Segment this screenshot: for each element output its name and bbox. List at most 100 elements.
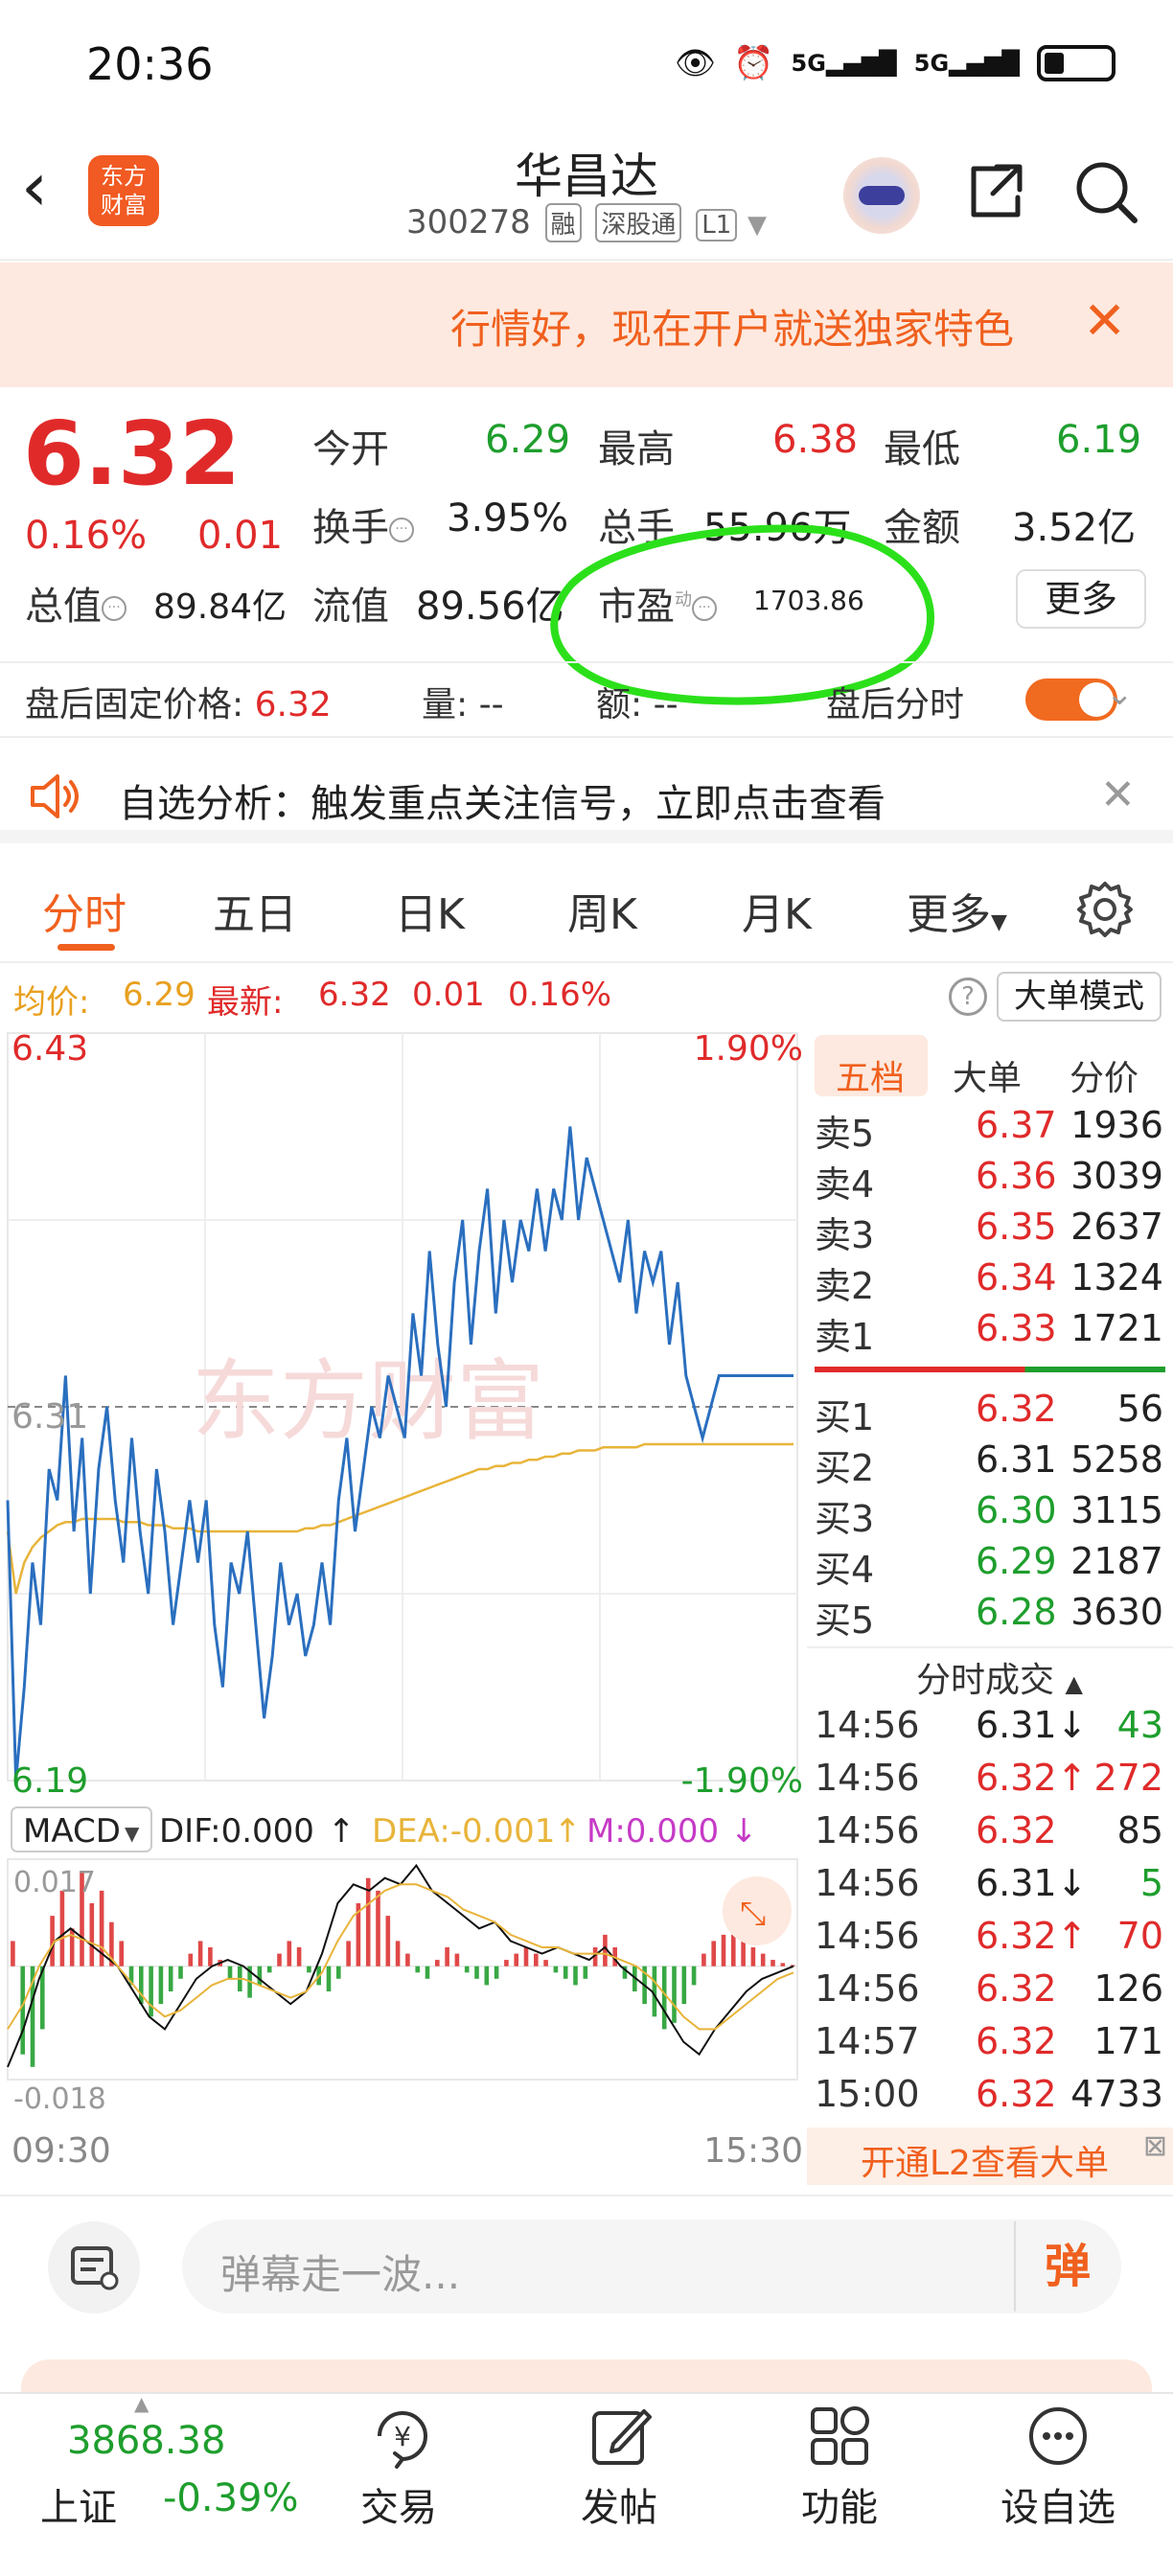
network-label-2: 5G [913, 50, 950, 77]
turnover-label-text: 换手 [312, 506, 389, 550]
fixed-price-label: 盘后固定价格: [25, 685, 244, 724]
bid-row-volume: 2187 [1070, 1540, 1163, 1582]
more-button[interactable]: 更多 [1016, 569, 1146, 629]
macd-bar [711, 1941, 716, 1966]
trade-icon[interactable]: ¥ [366, 2402, 439, 2471]
book-tab-level5[interactable]: 五档 [836, 1050, 905, 1100]
macd-bar [583, 1966, 588, 1979]
tick-row-label: 14:56 [815, 1757, 920, 1799]
bid-row-label: 买3 [815, 1498, 875, 1540]
eye-icon: 👁 [675, 44, 717, 82]
tab-intraday[interactable]: 分时 [42, 880, 126, 941]
macd-dif: DIF:0.000 [159, 1812, 314, 1851]
tick-row-label: 14:56 [815, 1862, 920, 1904]
tick-row-price: 6.32↑ [976, 1915, 1088, 1957]
search-icon[interactable] [1071, 157, 1140, 226]
after-hours-toggle[interactable] [1025, 678, 1117, 721]
bid-row-volume: 5258 [1070, 1438, 1163, 1481]
tab-weekly-k[interactable]: 周K [567, 880, 637, 941]
close-analysis-icon[interactable]: ✕ [1100, 770, 1136, 819]
robot-icon[interactable] [843, 157, 920, 234]
index-pct[interactable]: -0.39% [163, 2476, 299, 2520]
ah-amount-label: 额: [596, 685, 643, 724]
danmu-send-button[interactable]: 弹 [1014, 2221, 1119, 2312]
caret-down-icon: ▼ [991, 910, 1007, 934]
nav-post[interactable]: 发帖 [542, 2476, 696, 2532]
danmu-settings-icon[interactable] [48, 2221, 140, 2313]
danmu-settings-glyph [71, 2246, 119, 2290]
macd-bar [149, 1966, 153, 2017]
macd-bar [750, 1947, 756, 1966]
book-tab-big-orders[interactable]: 大单 [953, 1050, 1022, 1100]
macd-bar [425, 1966, 430, 1979]
latest-pct: 0.16% [508, 976, 612, 1014]
add-watchlist-icon[interactable] [1022, 2402, 1094, 2471]
info-icon[interactable]: ··· [389, 518, 414, 542]
tab-more[interactable]: 更多▼ [907, 880, 1007, 941]
macd-m-arrow: ↓ [730, 1812, 758, 1851]
macd-bar [20, 1966, 25, 2055]
book-tab-price-dist[interactable]: 分价 [1070, 1050, 1138, 1100]
functions-icon[interactable] [803, 2402, 876, 2471]
index-name[interactable]: 上证 [40, 2476, 117, 2532]
macd-bar [287, 1941, 292, 1966]
l2-banner-text[interactable]: 开通L2查看大单 [861, 2135, 1109, 2185]
tab-daily-k[interactable]: 日K [395, 880, 465, 941]
macd-bar [681, 1966, 687, 2005]
bid-row-label: 买1 [815, 1396, 875, 1438]
post-icon[interactable] [585, 2402, 657, 2471]
nav-functions[interactable]: 功能 [763, 2476, 916, 2532]
macd-bar [89, 1903, 95, 1966]
tick-row: 14:56 6.32↑ 272 [815, 1757, 1169, 1806]
macd-bar [543, 1960, 548, 1966]
nav-add-watchlist[interactable]: 设自选 [981, 2476, 1135, 2532]
macd-bar [514, 1953, 518, 1966]
share-icon[interactable] [964, 159, 1027, 222]
bid-row-price: 6.29 [976, 1540, 1057, 1582]
ask-row: 卖3 6.35 2637 [815, 1206, 1169, 1256]
help-icon[interactable]: ? [949, 978, 987, 1016]
macd-bar [721, 1934, 726, 1966]
bid-row: 买2 6.31 5258 [815, 1438, 1169, 1489]
after-hours-volume: 量: -- [422, 677, 504, 726]
macd-bar [376, 1890, 380, 1966]
after-hours-intraday-label: 盘后分时 [826, 685, 965, 724]
close-icon[interactable]: ✕ [1083, 295, 1126, 347]
change-percent: 0.16% [25, 514, 148, 558]
macd-bar [257, 1966, 263, 1986]
macd-dea-arrow: ↑ [554, 1812, 582, 1851]
tick-row: 14:56 6.32 126 [815, 1967, 1169, 2017]
analysis-text[interactable]: 自选分析：触发重点关注信号，立即点击查看 [119, 772, 886, 828]
ticks-title[interactable]: 分时成交 ▲ [916, 1652, 1083, 1702]
close-l2-icon[interactable]: ⊠ [1143, 2129, 1167, 2163]
intraday-chart[interactable]: 东方财富 6.43 1.90% 6.31 6.19 -1.90% MACD ▼ … [0, 1029, 807, 2195]
gear-icon[interactable] [1075, 880, 1135, 939]
avg-label: 均价: [13, 983, 90, 1022]
promo-banner-text[interactable]: 行情好，现在开户就送独家特色 [450, 297, 1045, 356]
current-price: 6.32 [23, 402, 241, 505]
macd-dea-line [7, 1883, 794, 2031]
big-order-mode-button[interactable]: 大单模式 [997, 972, 1162, 1022]
status-time: 20:36 [86, 38, 214, 90]
bid-row-volume: 3630 [1070, 1591, 1163, 1633]
nav-trade[interactable]: 交易 [322, 2476, 475, 2532]
l2-banner[interactable]: 开通L2查看大单 ⊠ [807, 2128, 1173, 2185]
info-icon[interactable]: ··· [102, 596, 126, 621]
book-divider [807, 1646, 1173, 1648]
macd-bar [227, 1966, 233, 1979]
chevron-down-icon[interactable]: ⌄ [1106, 675, 1134, 713]
mktcap-label-text: 总值 [25, 585, 102, 629]
bid-row-price: 6.31 [976, 1438, 1057, 1481]
caret-down-icon[interactable]: ▼ [748, 211, 767, 240]
index-value[interactable]: 3868.38 [67, 2419, 225, 2463]
stock-code: 300278 [405, 203, 531, 242]
tab-monthly-k[interactable]: 月K [742, 880, 812, 941]
macd-dea: DEA:-0.001 [372, 1812, 555, 1851]
macd-bar [405, 1953, 410, 1966]
x-end-label: 15:30 [703, 2131, 803, 2171]
ask-row-volume: 1721 [1070, 1307, 1163, 1349]
tab-5day[interactable]: 五日 [213, 880, 297, 941]
danmu-placeholder[interactable]: 弹幕走一波... [220, 2242, 460, 2301]
macd-bar [296, 1947, 302, 1966]
battery-icon [1037, 45, 1116, 81]
